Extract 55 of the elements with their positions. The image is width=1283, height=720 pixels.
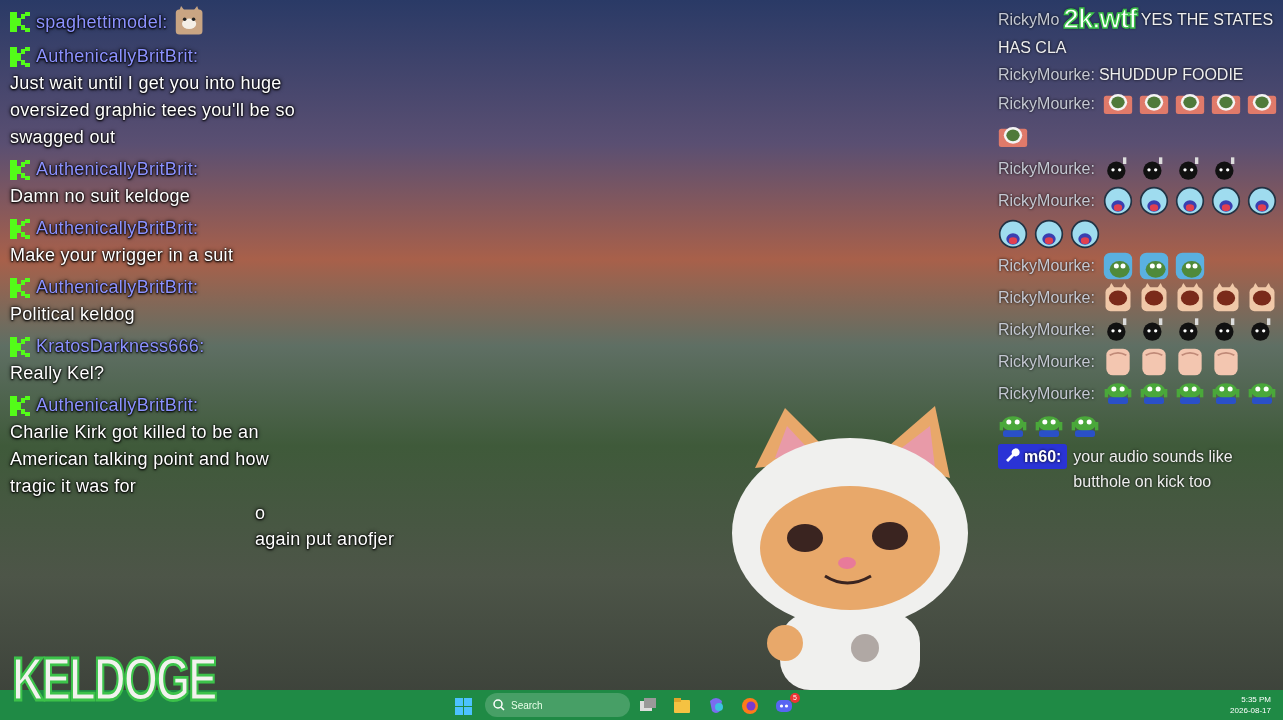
streamer-logo: KELDOGE <box>12 648 216 710</box>
shouting-face-emote-icon <box>1210 185 1241 216</box>
chat-message-text: Really Kel? <box>10 362 106 385</box>
chat-username: RickyMourke: <box>998 352 1095 373</box>
chat-message-text: YES THE STATES <box>1140 9 1274 30</box>
chat-username: AuthenicallyBritBrit: <box>36 276 199 299</box>
k-logo-icon <box>10 277 30 298</box>
game-controller-icon <box>775 697 793 715</box>
k-logo-icon <box>10 46 30 67</box>
chat-message-text: again put anofjer <box>255 528 395 551</box>
shouting-face-emote-icon <box>1246 185 1277 216</box>
k-logo-icon <box>10 336 30 357</box>
chat-username: RickyMourke: <box>998 94 1095 115</box>
chat-username: RickyMourke: <box>998 320 1095 341</box>
chat-message-text: your audio sounds like butthole on kick too <box>1073 446 1234 492</box>
shouting-face-emote-icon <box>1034 218 1064 249</box>
wrench-icon <box>1004 448 1020 465</box>
chat-message-text: Damn no suit keldoge <box>10 185 192 208</box>
chat-username: AuthenicallyBritBrit: <box>36 394 199 417</box>
shouting-face-emote-icon <box>998 218 1028 249</box>
chat-username: RickyMourke: <box>998 64 1095 85</box>
k-logo-icon <box>10 159 30 180</box>
chat-username: RickyMourke: <box>998 256 1095 277</box>
windows-logo-icon <box>455 697 472 715</box>
chat-message-text: o <box>255 502 267 525</box>
chat-username: KratosDarkness666: <box>36 335 205 358</box>
clock-date: 2026-08-17 <box>1230 705 1271 716</box>
chat-username: RickyMourke: <box>998 384 1095 405</box>
chat-username: AuthenicallyBritBrit: <box>36 217 199 240</box>
chat-username: RickyMo <box>998 9 1060 30</box>
chat-username: AuthenicallyBritBrit: <box>36 45 199 68</box>
search-icon <box>493 699 505 711</box>
k-logo-icon <box>10 12 30 32</box>
k-logo-icon <box>10 218 30 239</box>
shouting-face-emote-icon <box>1070 218 1100 249</box>
chat-username: AuthenicallyBritBrit: <box>36 158 199 181</box>
chat-message-text: Just wait until I get you into huge oversized graphic tees you'll be so swagged out <box>10 72 297 149</box>
chat-username: RickyMourke: <box>998 159 1095 180</box>
chat-username: RickyMourke: <box>998 191 1095 212</box>
k-logo-icon <box>10 395 30 416</box>
shouting-face-emote-icon <box>1138 185 1169 216</box>
site-logo: 2k.wtf <box>1063 4 1137 35</box>
fox-globe-icon <box>741 697 759 715</box>
clock-time: 5:35 PM <box>1240 694 1271 705</box>
shouting-face-emote-icon <box>1102 185 1133 216</box>
chat-message-text: HAS CLA <box>998 37 1068 58</box>
folder-icon <box>673 697 691 715</box>
chat-username: RickyMourke: <box>998 288 1095 309</box>
shouting-face-emote-icon <box>1174 185 1205 216</box>
chat-message-text: SHUDDUP FOODIE <box>1098 64 1244 85</box>
chat-message-text: Make your wrigger in a suit <box>10 244 235 267</box>
chat-message-text: Political keldog <box>10 303 136 326</box>
chat-username: spaghettimodel: <box>36 10 168 34</box>
swirl-icon <box>707 697 725 715</box>
chat-username: m60: <box>998 443 1068 469</box>
